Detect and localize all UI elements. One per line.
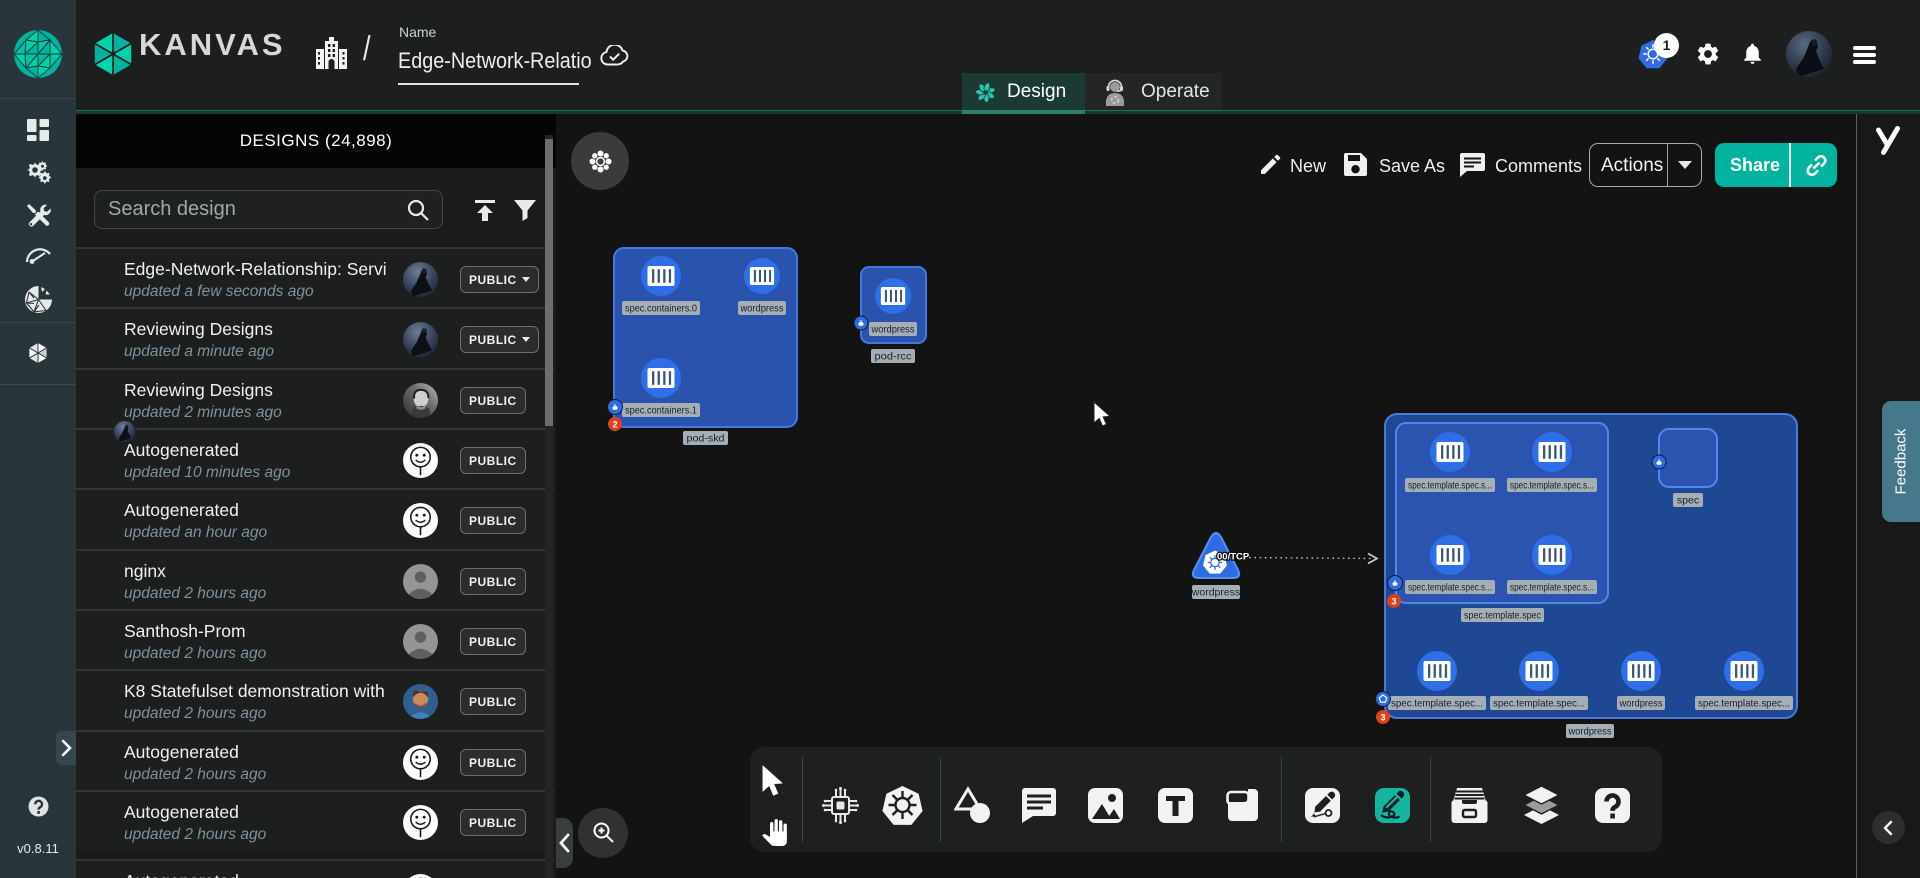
svg-text:wordpress: wordpress bbox=[1619, 698, 1663, 710]
svg-text:spec.template.spec.s...: spec.template.spec.s... bbox=[1510, 480, 1594, 492]
svg-text:spec.template.spec.s...: spec.template.spec.s... bbox=[1408, 582, 1492, 594]
svg-text:spec.template.spec: spec.template.spec bbox=[1464, 610, 1541, 622]
svg-text:wordpress: wordpress bbox=[740, 303, 784, 315]
svg-text:pod-rcc: pod-rcc bbox=[875, 351, 912, 363]
svg-text:wordpress: wordpress bbox=[871, 324, 915, 336]
svg-text:spec.template.spec.s...: spec.template.spec.s... bbox=[1510, 582, 1594, 594]
svg-text:2: 2 bbox=[612, 420, 617, 430]
svg-text:spec.template.spec...: spec.template.spec... bbox=[1493, 698, 1585, 710]
svg-text:spec.template.spec.s...: spec.template.spec.s... bbox=[1408, 480, 1492, 492]
svg-text:spec.template.spec...: spec.template.spec... bbox=[1698, 698, 1790, 710]
svg-text:spec.containers.1: spec.containers.1 bbox=[625, 405, 697, 417]
svg-text:spec: spec bbox=[1677, 495, 1699, 507]
svg-text:spec.template.spec...: spec.template.spec... bbox=[1391, 698, 1483, 710]
svg-text:3: 3 bbox=[1391, 597, 1396, 607]
svg-text:wordpress: wordpress bbox=[1191, 587, 1240, 599]
svg-text:3: 3 bbox=[1380, 713, 1385, 723]
svg-text:wordpress: wordpress bbox=[1568, 726, 1612, 738]
svg-text:pod-skd: pod-skd bbox=[687, 433, 725, 445]
svg-text:spec.containers.0: spec.containers.0 bbox=[625, 303, 697, 315]
